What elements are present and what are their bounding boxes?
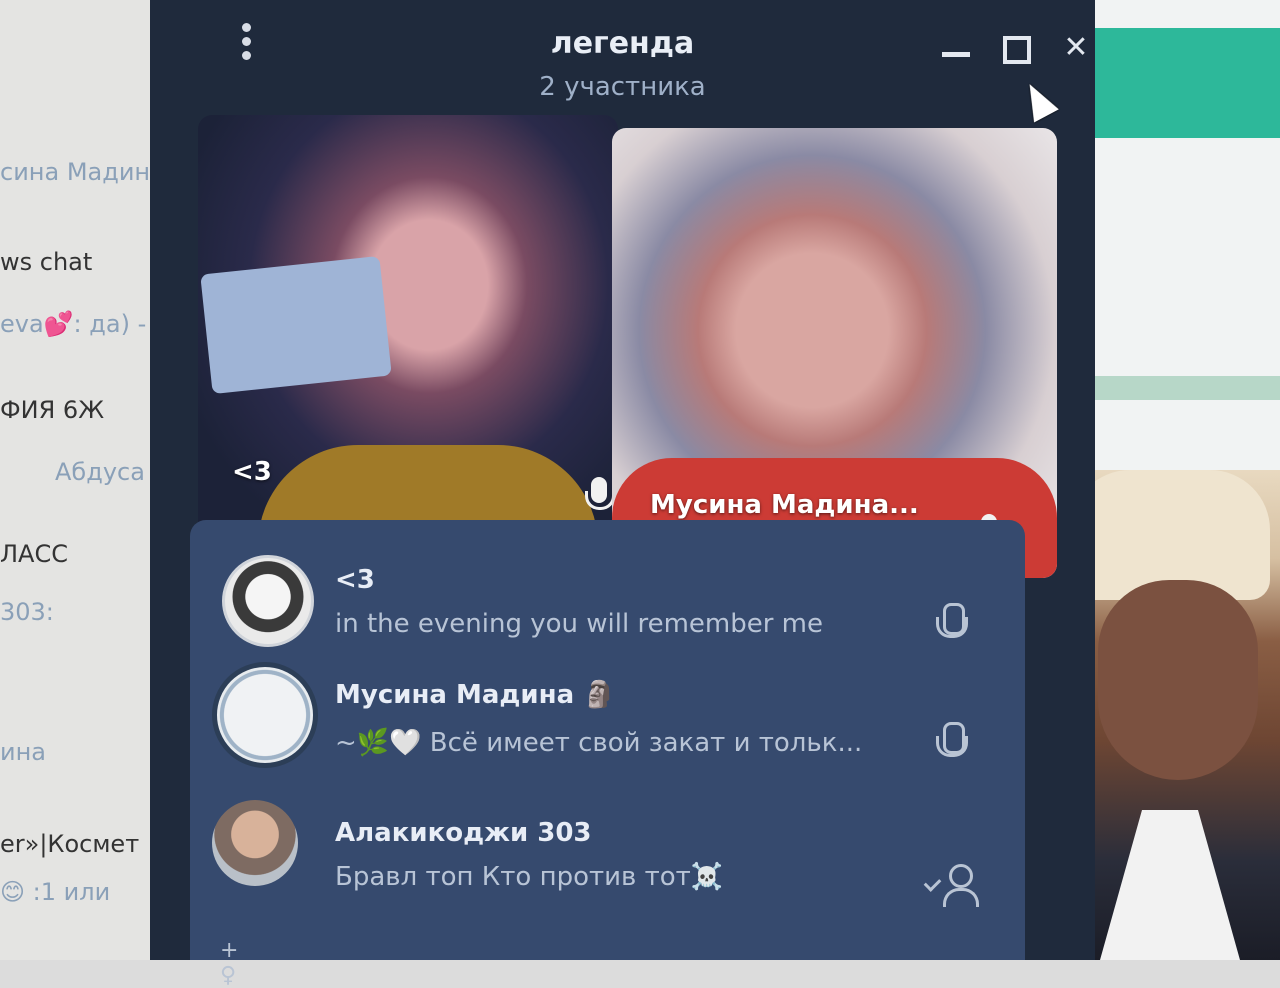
chat-list-preview: ина xyxy=(0,738,46,766)
add-user-icon[interactable] xyxy=(923,862,979,908)
maximize-button[interactable] xyxy=(998,30,1034,66)
video-participant-name: Мусина Мадина... xyxy=(650,490,919,520)
avatar xyxy=(212,662,318,768)
chat-list-preview: eva💕: да) - xyxy=(0,310,147,338)
avatar xyxy=(212,800,298,886)
chat-list-preview: 303: xyxy=(0,598,54,626)
chat-list-item[interactable]: ФИЯ 6Ж xyxy=(0,396,104,424)
close-button[interactable]: ✕ xyxy=(1058,30,1094,66)
participant-name: <3 xyxy=(335,565,375,595)
mic-icon xyxy=(584,477,615,519)
avatar xyxy=(222,555,314,647)
participant-name: Мусина Мадина 🗿 xyxy=(335,680,616,710)
background-divider xyxy=(1095,376,1280,400)
participant-row[interactable]: <3 in the evening you will remember me xyxy=(190,555,1025,665)
participant-row[interactable]: Мусина Мадина 🗿 ~🌿🤍 Всё имеет свой закат… xyxy=(190,662,1025,780)
background-chat-list: сина Мадин ws chat eva💕: да) - ФИЯ 6Ж Аб… xyxy=(0,0,175,960)
participant-row[interactable]: Алакикоджи 303 Бравл топ Кто против тот☠… xyxy=(190,790,1025,907)
video-tile[interactable]: <3 xyxy=(198,115,618,540)
mic-icon[interactable] xyxy=(935,722,969,768)
chat-list-item[interactable]: ws chat xyxy=(0,248,92,276)
background-header xyxy=(1095,28,1280,138)
minimize-button[interactable] xyxy=(938,30,974,66)
video-participant-name: <3 xyxy=(232,457,272,487)
mic-icon[interactable] xyxy=(935,603,969,649)
chat-list-preview: 😊 :1 или xyxy=(0,878,111,906)
chat-list-item[interactable]: er»|Космет xyxy=(0,830,139,858)
participant-status: ~🌿🤍 Всё имеет свой закат и тольк... xyxy=(335,728,863,758)
participants-list: <3 in the evening you will remember me М… xyxy=(190,520,1025,988)
video-tile[interactable]: Мусина Мадина... xyxy=(612,128,1057,578)
invite-members-button[interactable]: + ♀ xyxy=(220,938,260,988)
chat-list-item[interactable]: ЛАСС xyxy=(0,540,68,568)
participant-status: in the evening you will remember me xyxy=(335,609,824,639)
participants-count: 2 участника xyxy=(539,72,706,102)
group-call-window: легенда 2 участника ✕ <3 Мусина Мадина..… xyxy=(150,0,1095,988)
chat-list-preview: Абдуса xyxy=(55,458,145,486)
chat-list-item[interactable]: сина Мадин xyxy=(0,158,150,186)
participant-name: Алакикоджи 303 xyxy=(335,818,592,848)
background-chat-area xyxy=(1095,0,1280,470)
participant-status: Бравл топ Кто против тот☠️ xyxy=(335,862,724,892)
